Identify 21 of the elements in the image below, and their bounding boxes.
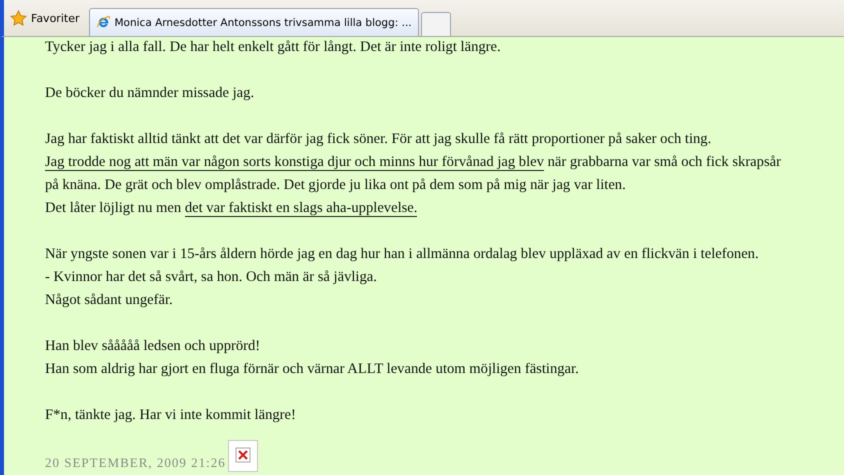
- text-line: Jag har faktiskt alltid tänkt att det var därför jag fick söner. För att jag skulle få rätt proportioner på saker och ting.: [45, 130, 712, 149]
- text-line: - Kvinnor har det så svårt, sa hon. Och män är så jävliga.: [45, 268, 377, 287]
- text-link[interactable]: Jag trodde nog att män var någon sorts konstiga djur och minns hur förvånad jag blev: [45, 154, 544, 171]
- text-line: Jag trodde nog att män var någon sorts konstiga djur och minns hur förvånad jag blev när grabbarna var små och fick skrapsår: [45, 153, 781, 173]
- text-line: Han som aldrig har gjort en fluga förnär och värnar ALLT levande utom möjligen fästingar.: [45, 360, 579, 379]
- text-line: Tycker jag i alla fall. De har helt enkelt gått för långt. Det är inte roligt längre.: [45, 38, 501, 57]
- text-line: Det låter löjligt nu men det var faktiskt en slags aha-upplevelse.: [45, 199, 418, 219]
- post-date: 20 SEPTEMBER, 2009 21:26: [45, 454, 226, 472]
- favorites-button[interactable]: Favoriter: [8, 4, 88, 32]
- text-line: på knäna. De grät och blev omplåstrade. Det gjorde ju lika ont på dem som på mig när jag var liten.: [45, 176, 626, 195]
- broken-image-icon: [228, 440, 258, 472]
- text-line: När yngste sonen var i 15-års åldern hörde jag en dag hur han i allmänna ordalag blev uppläxad av en flickvän i telefonen.: [45, 245, 759, 264]
- browser-tab[interactable]: Monica Arnesdotter Antonssons trivsamma lilla blogg: ...: [89, 8, 419, 36]
- new-tab-button[interactable]: [420, 12, 451, 36]
- e-logo-icon: [96, 15, 112, 30]
- text-line: Han blev sååååå ledsen och upprörd!: [45, 337, 260, 356]
- text-line: De böcker du nämnder missade jag.: [45, 84, 254, 103]
- text-link[interactable]: det var faktiskt en slags aha-upplevelse.: [184, 200, 418, 217]
- text-line: F*n, tänkte jag. Har vi inte kommit längre!: [45, 406, 296, 425]
- star-icon: [10, 10, 27, 26]
- text-line: Något sådant ungefär.: [45, 291, 173, 310]
